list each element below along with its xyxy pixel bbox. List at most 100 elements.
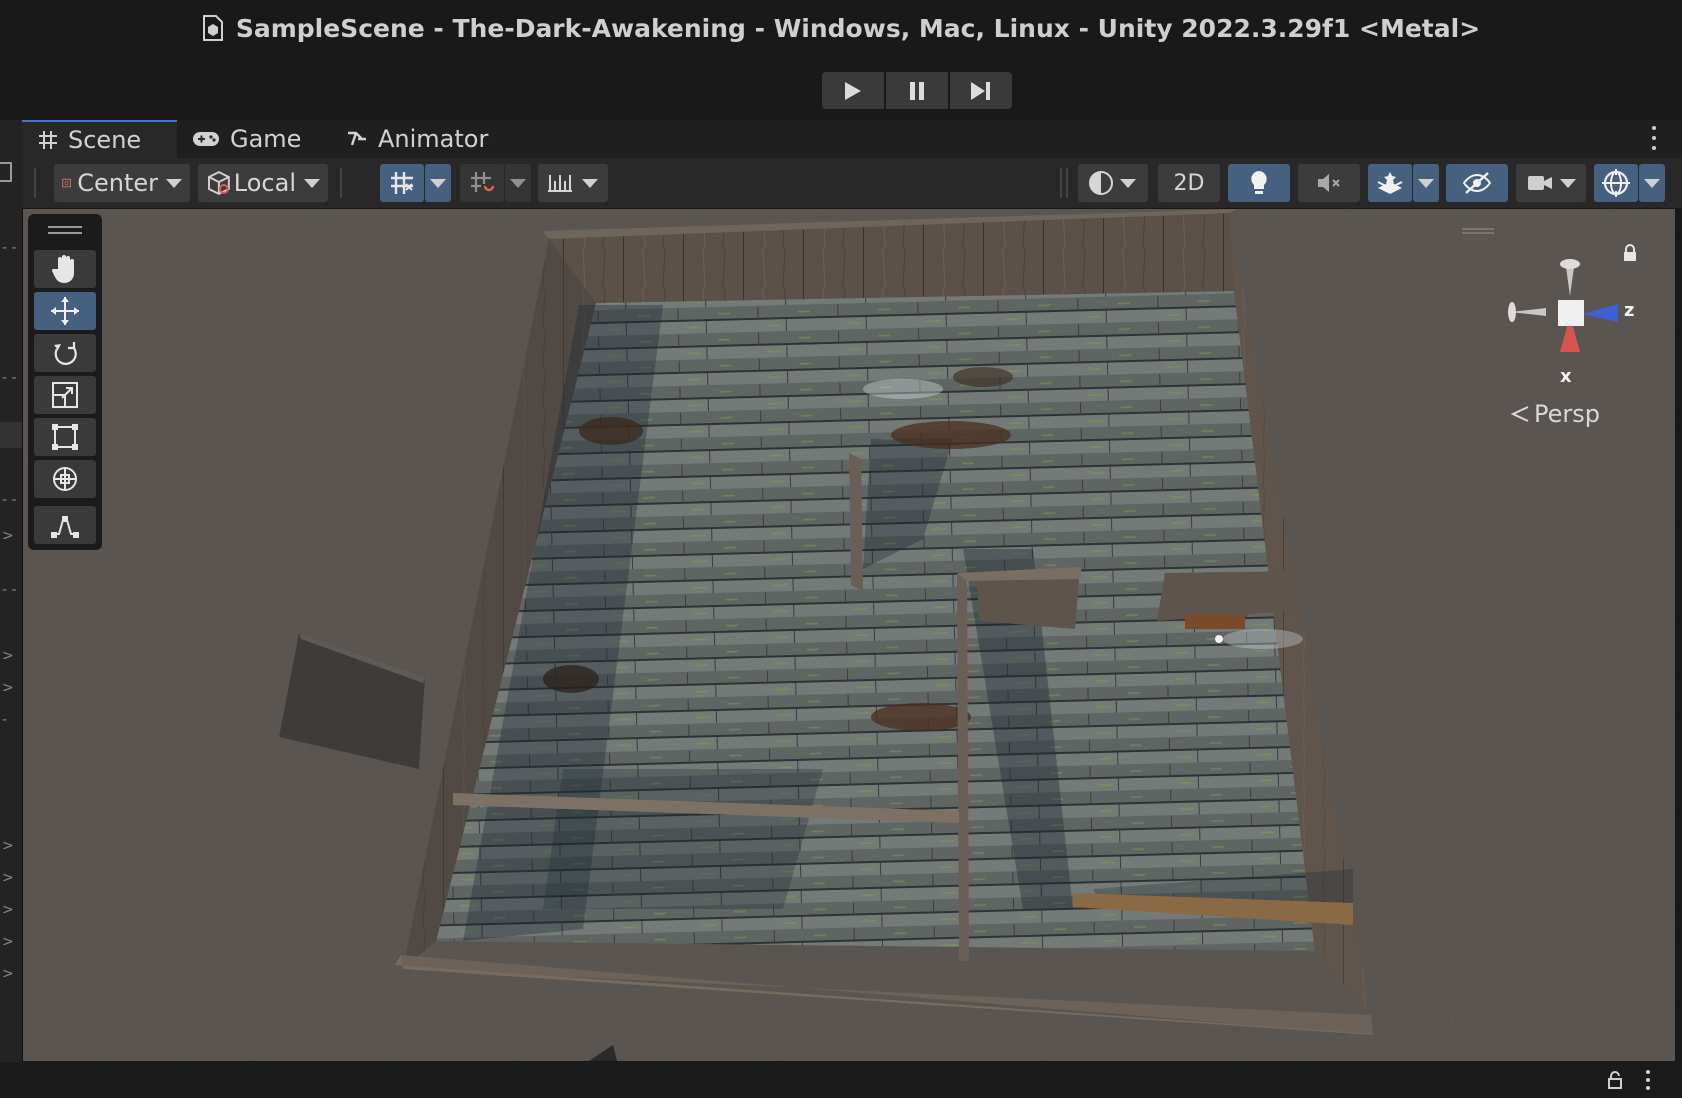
scene-audio-button[interactable] (1298, 164, 1360, 202)
play-button[interactable] (822, 72, 884, 109)
scene-render (23, 209, 1675, 1061)
toggle-2d-button[interactable]: 2D (1158, 164, 1220, 202)
pivot-mode-label: Center (77, 169, 158, 197)
expand-arrow-icon[interactable]: > (2, 648, 14, 664)
transform-icon (53, 467, 77, 491)
draw-mode-dropdown[interactable] (1078, 164, 1148, 202)
expand-arrow-icon[interactable]: > (2, 966, 14, 982)
tab-label: Animator (378, 125, 489, 153)
chevron-down-icon (1120, 178, 1136, 188)
gizmo-z-label: z (1624, 300, 1635, 321)
rotate-tool-button[interactable] (34, 334, 96, 372)
effects-layers-icon (1377, 172, 1403, 194)
interior-wall-short (849, 453, 863, 591)
hand-tool-button[interactable] (34, 250, 96, 288)
scene-lighting-button[interactable] (1228, 164, 1290, 202)
pause-icon (910, 81, 924, 100)
crate-object (1185, 615, 1245, 629)
audio-mute-icon (1318, 174, 1340, 192)
expand-arrow-icon[interactable]: > (2, 528, 14, 544)
scale-tool-button[interactable] (34, 376, 96, 414)
dash-mark: - (2, 712, 8, 728)
custom-tool-icon (51, 516, 79, 538)
ruler-snap-dropdown[interactable] (538, 164, 608, 202)
transform-tool-button[interactable] (34, 460, 96, 498)
gizmo-drag-handle[interactable] (1462, 228, 1494, 230)
move-tool-button[interactable] (34, 292, 96, 330)
tab-menu-icon[interactable] (1652, 126, 1658, 150)
dash-mark: - - (2, 582, 17, 598)
dash-mark: - - (2, 240, 17, 256)
scene-effects-dropdown[interactable] (1413, 164, 1439, 202)
status-menu-icon[interactable] (1646, 1070, 1650, 1090)
tab-scene[interactable]: Scene (22, 120, 177, 158)
expand-arrow-icon[interactable]: > (2, 870, 14, 886)
perspective-chevron-icon (1510, 406, 1529, 422)
scene-visibility-button[interactable] (1446, 164, 1508, 202)
shaded-sphere-icon (1089, 171, 1113, 195)
ruler-icon (548, 175, 572, 192)
scene-camera-dropdown[interactable] (1516, 164, 1586, 202)
pivot-rotation-dropdown[interactable]: Local (198, 164, 328, 202)
toolbar-separator (1060, 168, 1062, 198)
camera-icon (1528, 176, 1552, 190)
expand-arrow-icon[interactable]: > (2, 680, 14, 696)
tab-game[interactable]: Game (192, 120, 301, 158)
snap-magnet-icon (471, 172, 495, 192)
orientation-gizmo[interactable]: z x (1500, 256, 1650, 396)
step-icon (971, 81, 990, 100)
pause-button[interactable] (886, 72, 948, 109)
grid-hash-icon (38, 130, 58, 150)
dash-mark: - - (2, 370, 17, 386)
chevron-down-icon (582, 178, 598, 188)
chevron-down-icon (430, 178, 446, 188)
scene-viewport[interactable] (23, 209, 1675, 1061)
gamepad-icon (192, 130, 220, 148)
status-bar (0, 1062, 1682, 1098)
gizmos-dropdown[interactable] (1639, 164, 1665, 202)
rect-transform-icon (52, 424, 78, 450)
chevron-down-icon (1418, 178, 1434, 188)
projection-toggle[interactable]: Persp (1510, 400, 1600, 428)
grid-toggle-button[interactable] (380, 164, 424, 202)
expand-arrow-icon[interactable]: > (2, 838, 14, 854)
rect-tool-button[interactable] (34, 418, 96, 456)
step-button[interactable] (950, 72, 1012, 109)
gizmos-button[interactable] (1594, 164, 1638, 202)
animator-icon (346, 129, 368, 149)
scale-icon (52, 382, 78, 408)
unity-scene-icon (202, 15, 224, 41)
drag-handle[interactable] (48, 226, 82, 228)
lightbulb-icon (1251, 171, 1267, 194)
toolbar-separator (1066, 168, 1068, 198)
expand-arrow-icon[interactable]: > (2, 934, 14, 950)
title-bar: SampleScene - The-Dark-Awakening - Windo… (0, 0, 1682, 120)
gizmo-center-cube (1558, 300, 1584, 326)
eye-hidden-icon (1462, 172, 1492, 194)
window-title-row: SampleScene - The-Dark-Awakening - Windo… (0, 14, 1682, 43)
gizmo-globe-icon (1602, 169, 1630, 197)
increment-snap-button[interactable] (460, 164, 504, 202)
increment-snap-dropdown[interactable] (505, 164, 531, 202)
interior-wall-panel (977, 579, 1079, 629)
lock-icon[interactable] (1606, 1070, 1624, 1094)
custom-tool-button[interactable] (34, 506, 96, 544)
hand-icon (51, 255, 74, 283)
left-panel-strip: - - - - - - > - - > > - > > > > > (0, 120, 23, 1062)
tab-label: Game (230, 125, 302, 153)
pivot-mode-dropdown[interactable]: Center (54, 164, 190, 202)
scene-effects-button[interactable] (1368, 164, 1412, 202)
expand-arrow-icon[interactable]: > (2, 902, 14, 918)
grid-options-dropdown[interactable] (425, 164, 451, 202)
tab-animator[interactable]: Animator (346, 120, 488, 158)
editor-tab-bar: Scene Game Animator (22, 120, 1682, 158)
rotate-icon (54, 342, 77, 365)
local-cube-icon (207, 170, 230, 196)
play-icon (845, 81, 861, 100)
projection-label: Persp (1534, 400, 1600, 428)
interior-wall-vertical (957, 573, 969, 961)
play-controls (822, 72, 1012, 109)
chevron-down-icon (304, 178, 320, 188)
move-arrows-icon (51, 297, 79, 325)
collapse-icon[interactable] (0, 162, 12, 182)
